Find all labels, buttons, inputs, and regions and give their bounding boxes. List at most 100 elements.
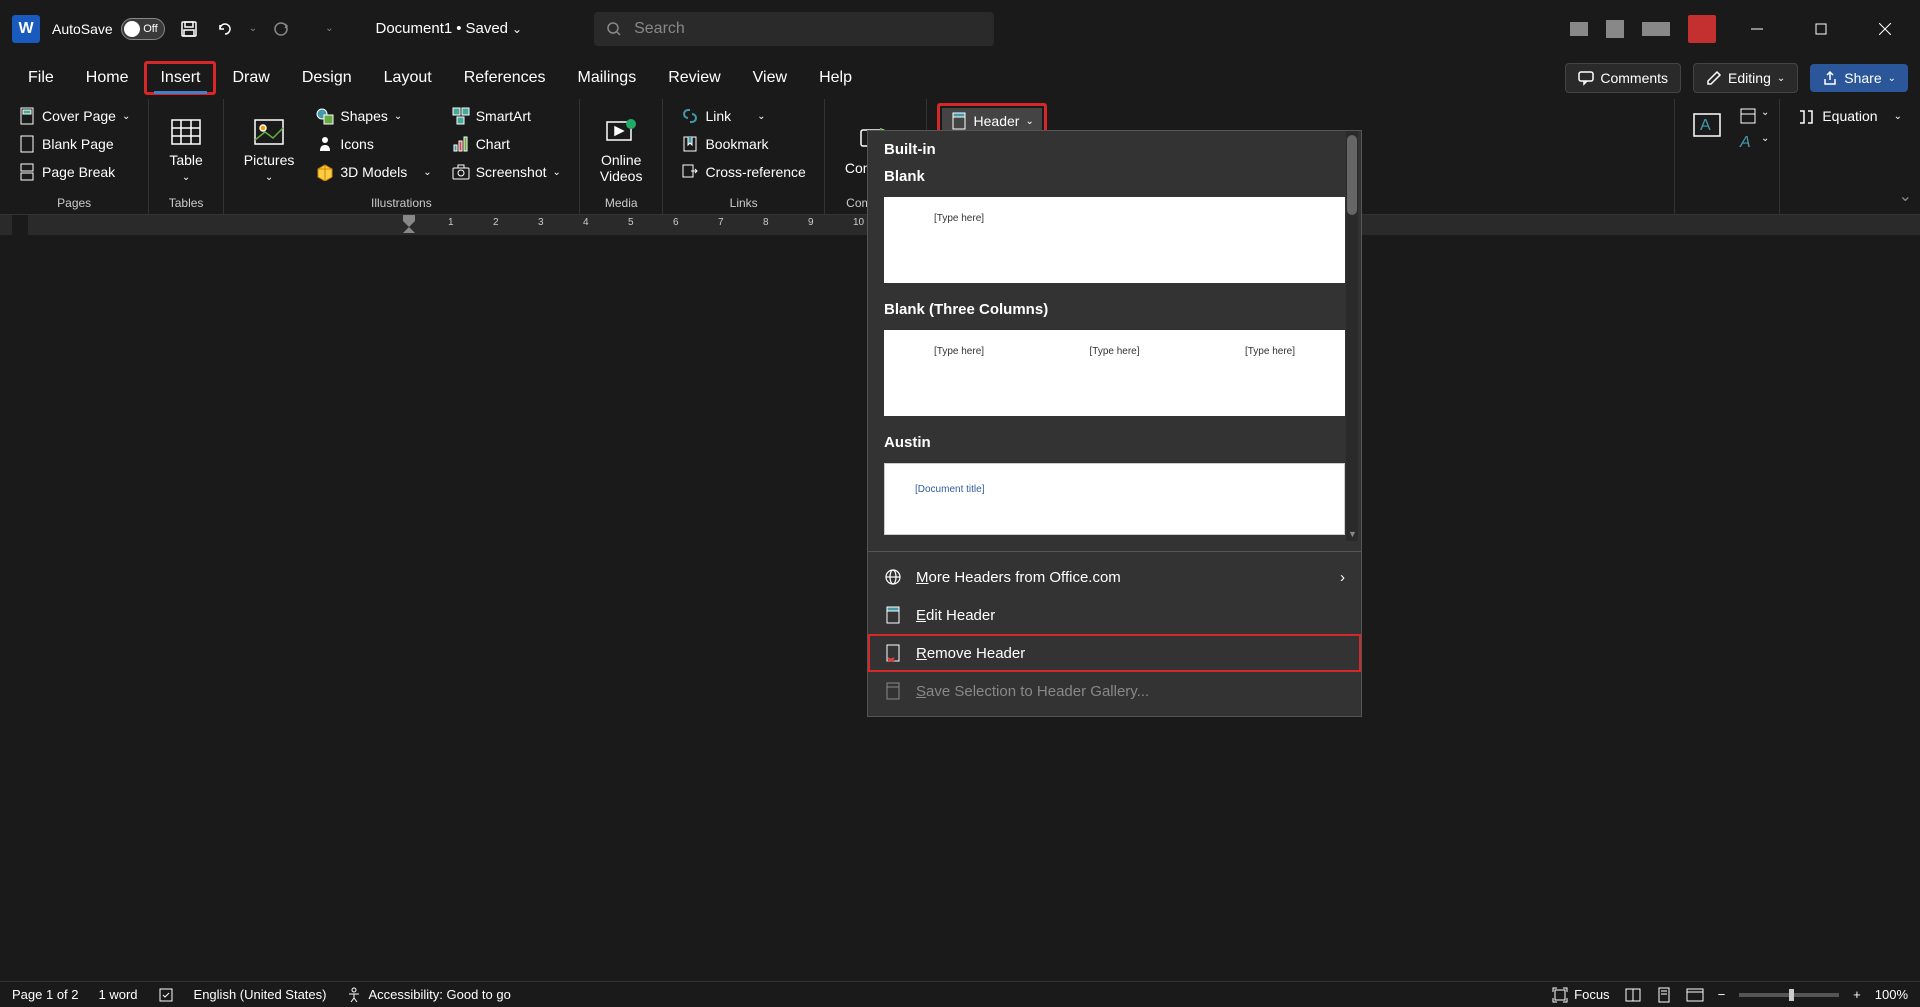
toggle-switch[interactable]: Off <box>121 18 165 40</box>
cube-icon <box>316 163 334 181</box>
status-page[interactable]: Page 1 of 2 <box>12 987 79 1002</box>
web-layout-icon[interactable] <box>1686 987 1704 1003</box>
share-icon <box>1822 70 1838 86</box>
online-videos-button[interactable]: Online Videos <box>590 103 653 196</box>
equation-button[interactable]: Equation ⌄ <box>1790 103 1910 129</box>
print-layout-icon[interactable] <box>1656 987 1672 1003</box>
icons-icon <box>316 135 334 153</box>
focus-icon <box>1552 987 1568 1003</box>
dd-austin-title: Austin <box>868 428 1361 457</box>
remove-header-item[interactable]: Remove Header <box>868 634 1361 672</box>
camera-icon <box>452 163 470 181</box>
save-icon[interactable] <box>177 17 201 41</box>
margin-marker-icon[interactable] <box>403 215 415 233</box>
header-preview-austin[interactable]: [Document title] <box>884 463 1345 535</box>
scrollbar-thumb[interactable] <box>1347 135 1357 215</box>
undo-icon[interactable] <box>213 17 237 41</box>
video-icon <box>605 116 637 148</box>
zoom-level[interactable]: 100% <box>1875 987 1908 1002</box>
header-dropdown: Built-in Blank [Type here] Blank (Three … <box>867 130 1362 717</box>
link-icon <box>681 107 699 125</box>
tab-insert[interactable]: Insert <box>144 61 216 95</box>
chart-button[interactable]: Chart <box>444 131 569 157</box>
tab-home[interactable]: Home <box>70 61 145 95</box>
autosave-toggle[interactable]: AutoSave Off <box>52 18 165 40</box>
blank-page-icon <box>18 135 36 153</box>
svg-text:A: A <box>1739 134 1751 151</box>
blank-page-button[interactable]: Blank Page <box>10 131 138 157</box>
dd-section-builtin: Built-in <box>868 131 1361 162</box>
bookmark-button[interactable]: Bookmark <box>673 131 813 157</box>
equation-icon <box>1798 107 1816 125</box>
table-button[interactable]: Table ⌄ <box>159 103 212 196</box>
accessibility-icon <box>346 987 362 1003</box>
building-blocks-icon <box>1739 107 1757 125</box>
status-accessibility[interactable]: Accessibility: Good to go <box>346 987 510 1003</box>
quick-parts-button[interactable]: ⌄ <box>1739 107 1769 125</box>
pictures-button[interactable]: Pictures ⌄ <box>234 103 305 196</box>
chevron-down-icon: ⌄ <box>182 172 190 183</box>
3d-models-button[interactable]: 3D Models⌄ <box>308 159 439 185</box>
tab-layout[interactable]: Layout <box>368 61 448 95</box>
close-button[interactable] <box>1862 13 1908 45</box>
tab-review[interactable]: Review <box>652 61 736 95</box>
shapes-icon <box>316 107 334 125</box>
textbox-button[interactable]: A <box>1685 103 1729 147</box>
comments-button[interactable]: Comments <box>1565 63 1681 93</box>
cover-page-button[interactable]: Cover Page⌄ <box>10 103 138 129</box>
link-button[interactable]: Link⌄ <box>673 103 813 129</box>
edit-header-item[interactable]: Edit Header <box>868 596 1361 634</box>
collapse-ribbon-icon[interactable]: ⌄ <box>1899 186 1912 206</box>
tab-references[interactable]: References <box>448 61 562 95</box>
remove-header-icon <box>884 644 902 662</box>
search-input[interactable]: Search <box>594 12 994 46</box>
zoom-in-button[interactable]: + <box>1853 987 1861 1002</box>
tab-view[interactable]: View <box>737 61 803 95</box>
cross-reference-button[interactable]: Cross-reference <box>673 159 813 185</box>
tab-help[interactable]: Help <box>803 61 868 95</box>
screenshot-button[interactable]: Screenshot⌄ <box>444 159 569 185</box>
save-gallery-icon <box>884 682 902 700</box>
document-title[interactable]: Document1 • Saved ⌄ <box>376 20 523 37</box>
group-media-label: Media <box>590 196 653 214</box>
user-avatar[interactable] <box>1688 15 1716 43</box>
dropdown-scrollbar[interactable]: ▼ <box>1346 131 1358 541</box>
chevron-down-icon[interactable]: ⌄ <box>512 22 522 36</box>
icons-button[interactable]: Icons <box>308 131 439 157</box>
editing-button[interactable]: Editing ⌄ <box>1693 63 1798 93</box>
status-language[interactable]: English (United States) <box>194 987 327 1002</box>
header-preview-blank-three[interactable]: [Type here] [Type here] [Type here] <box>884 330 1345 416</box>
search-icon <box>606 21 622 37</box>
tab-design[interactable]: Design <box>286 61 368 95</box>
page-icon <box>18 107 36 125</box>
dd-blank-title: Blank <box>868 162 1361 191</box>
zoom-thumb[interactable] <box>1789 989 1794 1001</box>
tab-mailings[interactable]: Mailings <box>562 61 653 95</box>
focus-button[interactable]: Focus <box>1552 987 1609 1003</box>
ruler-corner <box>0 215 12 235</box>
tab-draw[interactable]: Draw <box>216 61 285 95</box>
minimize-button[interactable] <box>1734 13 1780 45</box>
zoom-slider[interactable] <box>1739 993 1839 997</box>
tab-file[interactable]: File <box>12 61 70 95</box>
redo-icon[interactable] <box>269 17 293 41</box>
status-words[interactable]: 1 word <box>99 987 138 1002</box>
smartart-button[interactable]: SmartArt <box>444 103 569 129</box>
more-headers-item[interactable]: More Headers from Office.com › <box>868 558 1361 596</box>
chevron-down-icon: ⌄ <box>265 172 273 183</box>
page-break-icon <box>18 163 36 181</box>
zoom-out-button[interactable]: − <box>1718 987 1726 1002</box>
wordart-button[interactable]: A⌄ <box>1739 133 1769 151</box>
shapes-button[interactable]: Shapes⌄ <box>308 103 439 129</box>
page-break-button[interactable]: Page Break <box>10 159 138 185</box>
spell-check-icon[interactable] <box>158 987 174 1003</box>
maximize-button[interactable] <box>1798 13 1844 45</box>
scroll-down-icon[interactable]: ▼ <box>1348 529 1357 539</box>
share-button[interactable]: Share ⌄ <box>1810 64 1908 92</box>
textbox-icon: A <box>1691 109 1723 141</box>
header-preview-blank[interactable]: [Type here] <box>884 197 1345 283</box>
chevron-down-icon[interactable]: ⌄ <box>249 23 257 34</box>
save-selection-item: Save Selection to Header Gallery... <box>868 672 1361 710</box>
chevron-down-icon[interactable]: ⌄ <box>325 23 333 34</box>
read-mode-icon[interactable] <box>1624 987 1642 1003</box>
